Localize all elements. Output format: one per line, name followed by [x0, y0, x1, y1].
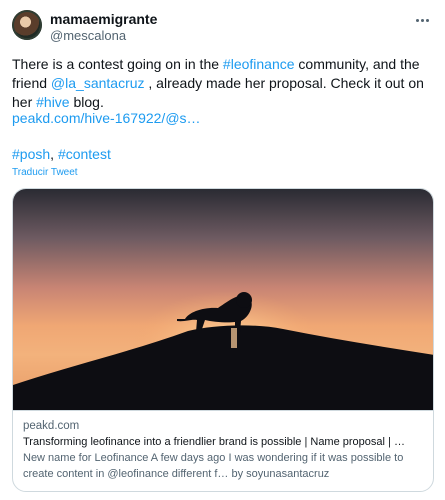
mention-link[interactable]: @la_santacruz — [51, 75, 145, 91]
hashtag-posh-link[interactable]: #posh — [12, 146, 50, 162]
card-image[interactable] — [13, 189, 434, 410]
tweet-text-part: There is a contest going on in the — [12, 56, 223, 72]
tweet: mamaemigrante @mescalona There is a cont… — [0, 0, 445, 500]
tweet-text-part: blog. — [69, 94, 104, 110]
tweet-text: There is a contest going on in the #leof… — [12, 55, 437, 112]
hashtag-hive-link[interactable]: #hive — [36, 94, 69, 110]
card-info[interactable]: peakd.com Transforming leofinance into a… — [13, 410, 433, 491]
card-title: Transforming leofinance into a friendlie… — [23, 436, 405, 448]
avatar[interactable] — [12, 10, 42, 40]
link-preview-card[interactable]: peakd.com Transforming leofinance into a… — [12, 188, 434, 492]
card-domain: peakd.com — [23, 420, 80, 432]
more-horizontal-icon[interactable] — [411, 10, 433, 30]
tweet-url-link[interactable]: peakd.com/hive-167922/@s… — [12, 110, 201, 126]
hashtag-leofinance-link[interactable]: #leofinance — [223, 56, 295, 72]
translate-tweet-link[interactable]: Traducir Tweet — [12, 167, 78, 178]
hashtag-separator: , — [50, 146, 58, 162]
hashtag-contest-link[interactable]: #contest — [58, 146, 111, 162]
user-handle[interactable]: @mescalona — [50, 28, 126, 43]
card-description: New name for Leofinance A few days ago I… — [23, 452, 404, 480]
display-name[interactable]: mamaemigrante — [50, 11, 157, 27]
hashtags-line: #posh, #contest — [12, 146, 111, 162]
